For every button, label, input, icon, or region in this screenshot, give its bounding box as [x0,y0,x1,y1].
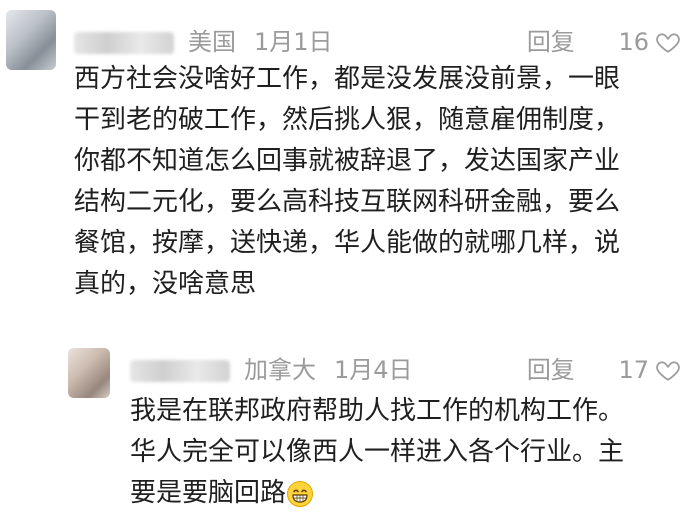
username-blurred[interactable] [130,360,230,382]
comment-text-line: 要是要脑回路 [130,473,690,514]
heart-outline-icon [656,33,680,53]
comment-text-line: 华人完全可以像西人一样进入各个行业。主 [130,437,625,467]
reply-comment-item: 加拿大 1月4日 回复 17 我是在联邦政府帮助人找工作的机构工作。 华人完全可以… [0,340,693,524]
comment-meta: 美国 1月1日 [74,22,333,57]
comment-date: 1月1日 [254,28,333,56]
comment-location: 美国 [188,28,236,56]
comment-text-line: 你都不知道怎么回事就被辞退了，发达国家产业 [74,146,621,176]
like-count: 17 [618,356,649,384]
avatar[interactable] [68,348,110,398]
like-button[interactable]: 17 [618,356,681,384]
avatar[interactable] [6,10,56,70]
comment-location: 加拿大 [244,356,316,384]
comment-item: 美国 1月1日 回复 16 西方社会没啥好工作，都是没发展没前景，一眼 干到老的破… [0,0,693,330]
comment-actions: 回复 17 [527,350,681,385]
heart-outline-icon [656,361,680,381]
comment-text-line: 干到老的破工作，然后挑人狠，随意雇佣制度， [74,105,621,135]
comment-text-fragment: 要是要脑回路 [130,478,287,508]
like-count: 16 [618,28,649,56]
comment-text-line: 我是在联邦政府帮助人找工作的机构工作。 [130,396,625,426]
comment-text-line: 西方社会没啥好工作，都是没发展没前景，一眼 [74,64,621,94]
comment-text-line: 餐馆，按摩，送快递，华人能做的就哪几样，说 [74,228,621,258]
comment-actions: 回复 16 [527,22,681,57]
reply-button[interactable]: 回复 [527,356,575,384]
comment-meta: 加拿大 1月4日 [130,350,413,385]
username-blurred[interactable] [74,32,174,54]
comment-text: 我是在联邦政府帮助人找工作的机构工作。 华人完全可以像西人一样进入各个行业。主 … [130,391,690,514]
comment-text: 西方社会没啥好工作，都是没发展没前景，一眼 干到老的破工作，然后挑人狠，随意雇佣… [74,59,684,305]
comment-text-line: 真的，没啥意思 [74,269,257,299]
comment-text-line: 结构二元化，要么高科技互联网科研金融，要么 [74,187,621,217]
reply-button[interactable]: 回复 [527,28,575,56]
grinning-emoji [287,480,314,507]
comment-date: 1月4日 [334,356,413,384]
like-button[interactable]: 16 [618,28,681,56]
